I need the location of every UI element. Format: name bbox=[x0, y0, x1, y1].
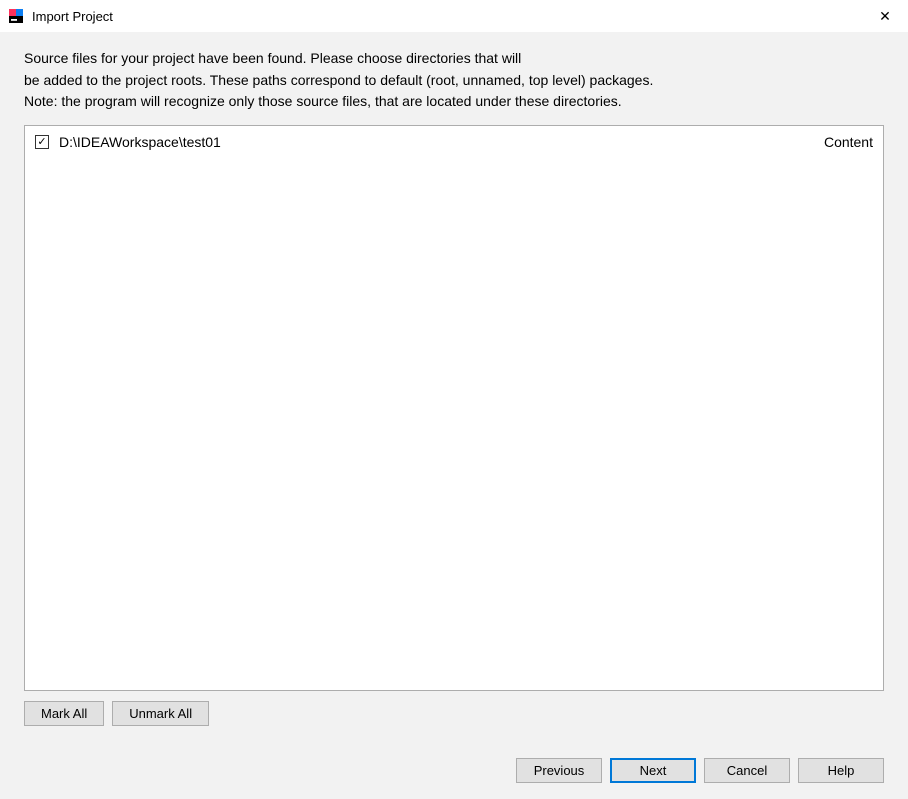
description-line: Source files for your project have been … bbox=[24, 48, 884, 70]
directories-list[interactable]: ✓ D:\IDEAWorkspace\test01 Content bbox=[24, 125, 884, 691]
directory-row[interactable]: ✓ D:\IDEAWorkspace\test01 Content bbox=[35, 130, 873, 154]
check-icon: ✓ bbox=[37, 137, 46, 148]
intellij-icon bbox=[8, 8, 24, 24]
close-icon: ✕ bbox=[879, 8, 891, 25]
mark-all-button[interactable]: Mark All bbox=[24, 701, 104, 726]
directory-checkbox[interactable]: ✓ bbox=[35, 135, 49, 149]
close-button[interactable]: ✕ bbox=[862, 0, 908, 32]
dialog-body: Source files for your project have been … bbox=[0, 32, 908, 799]
help-button[interactable]: Help bbox=[798, 758, 884, 783]
directory-path: D:\IDEAWorkspace\test01 bbox=[59, 134, 824, 150]
previous-button[interactable]: Previous bbox=[516, 758, 602, 783]
mark-buttons-row: Mark All Unmark All bbox=[24, 701, 884, 726]
unmark-all-button[interactable]: Unmark All bbox=[112, 701, 209, 726]
next-button[interactable]: Next bbox=[610, 758, 696, 783]
window-title: Import Project bbox=[32, 9, 862, 24]
cancel-button[interactable]: Cancel bbox=[704, 758, 790, 783]
footer-buttons-row: Previous Next Cancel Help bbox=[24, 758, 884, 783]
description-line: be added to the project roots. These pat… bbox=[24, 70, 884, 92]
description-line: Note: the program will recognize only th… bbox=[24, 91, 884, 113]
title-bar: Import Project ✕ bbox=[0, 0, 908, 32]
description-text: Source files for your project have been … bbox=[24, 48, 884, 113]
directory-type: Content bbox=[824, 134, 873, 150]
